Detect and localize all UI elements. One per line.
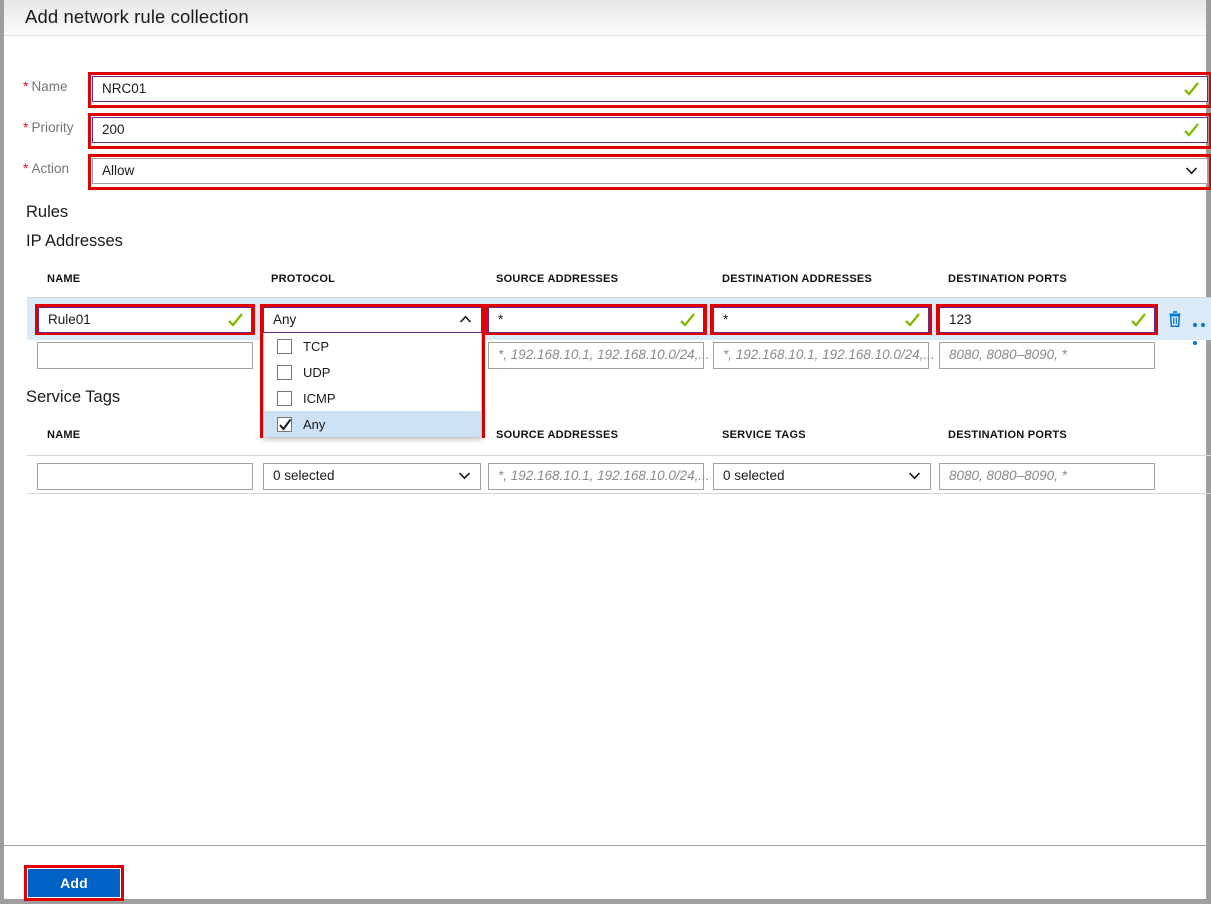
protocol-option-tcp-label: TCP bbox=[303, 338, 329, 354]
rule-destination-ports-value: 123 bbox=[949, 312, 972, 327]
name-label-text: Name bbox=[31, 79, 68, 94]
add-button-label: Add bbox=[60, 875, 88, 891]
ip-col-destination-addresses: DESTINATION ADDRESSES bbox=[722, 273, 873, 285]
green-check-icon-priority bbox=[1184, 120, 1199, 140]
name-label: * Name bbox=[23, 78, 91, 94]
service-tags-header-separator bbox=[27, 455, 1211, 456]
chevron-up-icon-protocol bbox=[459, 313, 472, 326]
rule-destination-addresses-value: * bbox=[723, 312, 729, 327]
required-marker-name: * bbox=[23, 78, 29, 94]
protocol-option-icmp[interactable]: ICMP bbox=[264, 385, 481, 411]
priority-input[interactable]: 200 bbox=[92, 117, 1208, 143]
chevron-down-icon-action bbox=[1185, 164, 1198, 177]
service-tag-tags-value: 0 selected bbox=[723, 468, 785, 483]
required-marker-priority: * bbox=[23, 119, 29, 135]
st-col-source-addresses: SOURCE ADDRESSES bbox=[496, 429, 619, 441]
name-row: * Name NRC01 bbox=[4, 72, 1211, 108]
checkmark-icon-any bbox=[279, 418, 292, 431]
ip-col-protocol: PROTOCOL bbox=[271, 273, 336, 285]
protocol-dropdown-panel[interactable]: TCP UDP ICMP Any bbox=[263, 333, 482, 438]
service-tag-destination-ports-input[interactable]: 8080, 8080–8090, * bbox=[939, 463, 1155, 490]
ellipsis-icon-dot1 bbox=[1193, 322, 1197, 327]
priority-input-value: 200 bbox=[102, 122, 125, 137]
priority-label-text: Priority bbox=[31, 120, 74, 135]
checkbox-icmp[interactable] bbox=[277, 390, 292, 406]
checkbox-any[interactable] bbox=[277, 416, 292, 432]
service-tag-source-addresses-placeholder: *, 192.168.10.1, 192.168.10.0/24,... bbox=[498, 468, 710, 483]
protocol-option-udp[interactable]: UDP bbox=[264, 359, 481, 385]
service-tag-destination-ports-placeholder: 8080, 8080–8090, * bbox=[949, 468, 1067, 483]
new-rule-destination-ports-input[interactable]: 8080, 8080–8090, * bbox=[939, 342, 1155, 369]
protocol-option-tcp[interactable]: TCP bbox=[264, 333, 481, 359]
page-title: Add network rule collection bbox=[25, 6, 249, 27]
rules-section-title: Rules bbox=[26, 203, 69, 221]
rule-source-addresses-input[interactable]: * bbox=[488, 307, 704, 333]
new-rule-destination-ports-placeholder: 8080, 8080–8090, * bbox=[949, 347, 1067, 362]
blade-header: Add network rule collection bbox=[4, 0, 1206, 36]
action-label: * Action bbox=[23, 160, 91, 176]
green-check-icon-destination-addresses bbox=[905, 310, 920, 330]
name-input-value: NRC01 bbox=[102, 81, 147, 96]
new-rule-name-input[interactable] bbox=[37, 342, 253, 369]
trash-icon bbox=[1169, 311, 1181, 327]
new-rule-source-addresses-placeholder: *, 192.168.10.1, 192.168.10.0/24,... bbox=[498, 347, 710, 362]
green-check-icon-name bbox=[1184, 79, 1199, 99]
action-select[interactable]: Allow bbox=[92, 158, 1208, 184]
green-check-icon-destination-ports bbox=[1131, 310, 1146, 330]
checkbox-tcp[interactable] bbox=[277, 338, 292, 354]
chevron-down-icon-st-protocol bbox=[458, 469, 471, 482]
ellipsis-icon-dot2 bbox=[1201, 322, 1205, 327]
action-row: * Action Allow bbox=[4, 154, 1211, 190]
st-col-name: NAME bbox=[47, 429, 81, 441]
blade-panel: Add network rule collection * Name NRC01 … bbox=[0, 0, 1211, 904]
service-tag-tags-select[interactable]: 0 selected bbox=[713, 463, 931, 490]
chevron-down-icon-st-tags bbox=[908, 469, 921, 482]
delete-rule-button[interactable] bbox=[1167, 310, 1183, 333]
st-col-destination-ports: DESTINATION PORTS bbox=[948, 429, 1067, 441]
ip-addresses-subsection-title: IP Addresses bbox=[26, 232, 123, 250]
protocol-option-any-label: Any bbox=[303, 416, 326, 432]
priority-row: * Priority 200 bbox=[4, 113, 1211, 149]
rule-destination-ports-input[interactable]: 123 bbox=[939, 307, 1155, 333]
service-tag-source-addresses-input[interactable]: *, 192.168.10.1, 192.168.10.0/24,... bbox=[488, 463, 710, 490]
new-rule-source-addresses-input[interactable]: *, 192.168.10.1, 192.168.10.0/24,... bbox=[488, 342, 710, 369]
priority-label: * Priority bbox=[23, 119, 91, 135]
protocol-option-icmp-label: ICMP bbox=[303, 390, 336, 406]
protocol-option-udp-label: UDP bbox=[303, 364, 331, 380]
rule-protocol-select[interactable]: Any bbox=[263, 307, 482, 333]
name-input[interactable]: NRC01 bbox=[92, 76, 1208, 102]
service-tag-name-input[interactable] bbox=[37, 463, 253, 490]
ip-col-name: NAME bbox=[47, 273, 81, 285]
ip-col-source-addresses: SOURCE ADDRESSES bbox=[496, 273, 619, 285]
rule-destination-addresses-input[interactable]: * bbox=[713, 307, 929, 333]
rule-protocol-value: Any bbox=[273, 312, 297, 327]
required-marker-action: * bbox=[23, 160, 29, 176]
protocol-option-any[interactable]: Any bbox=[264, 411, 481, 437]
st-col-service-tags: SERVICE TAGS bbox=[722, 429, 806, 441]
checkbox-udp[interactable] bbox=[277, 364, 292, 380]
ellipsis-icon-dot3 bbox=[1193, 340, 1197, 345]
action-label-text: Action bbox=[31, 161, 69, 176]
new-rule-destination-addresses-placeholder: *, 192.168.10.1, 192.168.10.0/24,... bbox=[723, 347, 935, 362]
service-tag-protocol-select[interactable]: 0 selected bbox=[263, 463, 481, 490]
service-tags-section-title: Service Tags bbox=[26, 388, 121, 406]
footer-separator bbox=[4, 845, 1206, 846]
rule-name-value: Rule01 bbox=[48, 312, 91, 327]
rule-name-input[interactable]: Rule01 bbox=[38, 307, 252, 333]
green-check-icon-rule-name bbox=[228, 310, 243, 330]
ip-col-destination-ports: DESTINATION PORTS bbox=[948, 273, 1067, 285]
rule-source-addresses-value: * bbox=[498, 312, 504, 327]
green-check-icon-source-addresses bbox=[680, 310, 695, 330]
service-tag-protocol-value: 0 selected bbox=[273, 468, 335, 483]
action-select-value: Allow bbox=[102, 163, 135, 178]
add-button[interactable]: Add bbox=[28, 869, 120, 897]
service-tags-row-separator bbox=[27, 493, 1211, 494]
row-more-options-button[interactable] bbox=[1189, 316, 1206, 352]
new-rule-destination-addresses-input[interactable]: *, 192.168.10.1, 192.168.10.0/24,... bbox=[713, 342, 935, 369]
